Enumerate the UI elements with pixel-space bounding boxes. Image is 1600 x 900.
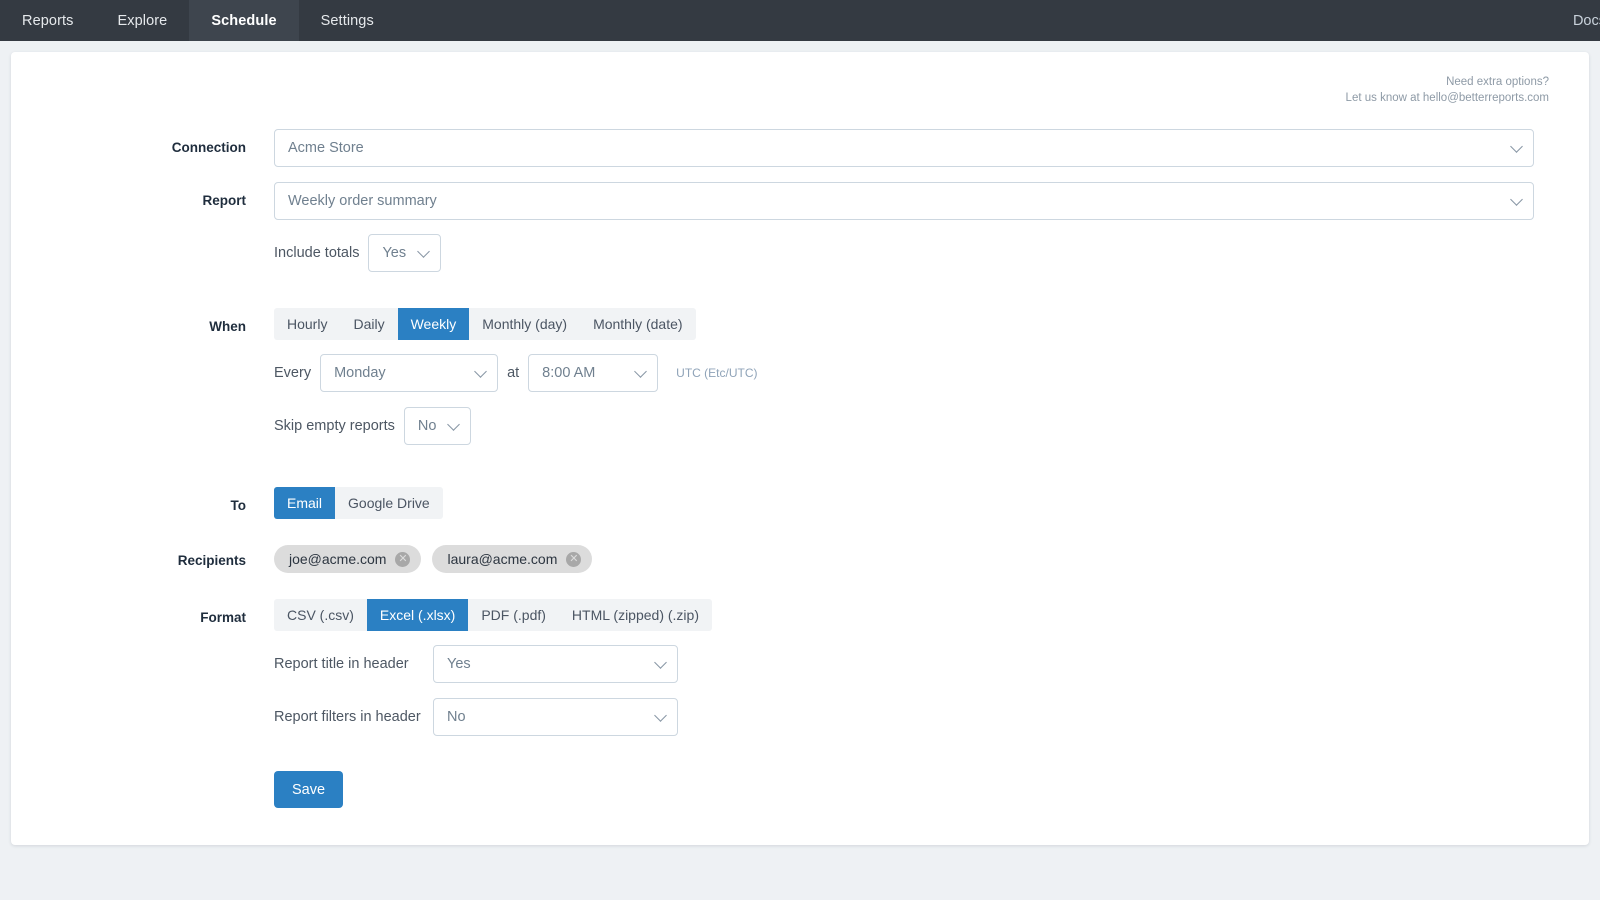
recipient-chip[interactable]: laura@acme.com ✕ [432,545,593,573]
to-tab-email[interactable]: Email [274,487,336,519]
recipient-email: laura@acme.com [447,551,558,567]
skip-empty-label: Skip empty reports [274,418,395,434]
title-in-header-row: Report title in header Yes [274,645,1555,683]
help-text-line2: Let us know at hello@betterreports.com [1345,92,1549,104]
when-tab-weekly[interactable]: Weekly [397,308,470,340]
time-value: 8:00 AM [542,365,596,381]
help-text-line1: Need extra options? [1446,76,1549,88]
chevron-down-icon [654,709,667,722]
every-label: Every [274,365,312,381]
row-to: To Email Google Drive [11,487,1555,525]
report-label: Report [202,193,247,208]
nav-item-label: Reports [22,12,74,29]
report-select[interactable]: Weekly order summary [274,182,1534,220]
to-label: To [230,498,247,513]
title-in-header-value: Yes [447,656,471,672]
nav-item-schedule[interactable]: Schedule [189,0,299,41]
weekday-value: Monday [334,365,386,381]
recipients-label: Recipients [177,553,246,568]
format-tab-pdf[interactable]: PDF (.pdf) [468,599,559,631]
include-totals-group: Include totals Yes [274,234,1555,272]
at-label: at [507,365,520,381]
when-schedule-row: Every Monday at 8:00 AM UTC (Etc/UTC) [274,354,1555,392]
connection-label: Connection [171,140,246,155]
chevron-down-icon [1510,193,1523,206]
nav-item-docs[interactable]: Docs [1551,13,1600,29]
row-connection: Connection Acme Store [11,129,1555,167]
include-totals-value: Yes [382,245,407,261]
when-tab-daily[interactable]: Daily [340,308,397,340]
save-row: Save [274,771,1555,808]
connection-field: Acme Store [274,129,1555,167]
format-tab-html-zip[interactable]: HTML (zipped) (.zip) [559,599,712,631]
report-field: Weekly order summary [274,182,1555,220]
format-field: CSV (.csv) Excel (.xlsx) PDF (.pdf) HTML… [274,599,1555,808]
recipient-email: joe@acme.com [289,551,387,567]
chevron-down-icon [654,656,667,669]
when-tab-hourly[interactable]: Hourly [274,308,340,340]
row-format: Format CSV (.csv) Excel (.xlsx) PDF (.pd… [11,599,1555,808]
chevron-down-icon [1510,140,1523,153]
chevron-down-icon [634,365,648,378]
nav-item-explore[interactable]: Explore [95,0,189,41]
nav-right-group: Docs [1537,0,1600,41]
recipients-field: joe@acme.com ✕ laura@acme.com ✕ [274,542,1555,573]
skip-empty-row: Skip empty reports No [274,407,1555,445]
nav-item-reports[interactable]: Reports [0,0,95,41]
nav-items: Reports Explore Schedule Settings [0,0,396,41]
format-label: Format [200,610,246,625]
skip-empty-value: No [417,418,437,434]
include-totals-label: Include totals [274,245,360,261]
nav-item-label: Settings [320,12,374,29]
remove-recipient-icon[interactable]: ✕ [566,551,582,567]
recipient-chip-list[interactable]: joe@acme.com ✕ laura@acme.com ✕ [274,542,1555,573]
help-text: Need extra options? Let us know at hello… [11,74,1555,106]
to-destination-tabs: Email Google Drive [274,487,443,519]
nav-item-settings[interactable]: Settings [299,0,396,41]
chevron-down-icon [417,245,430,258]
recipient-chip[interactable]: joe@acme.com ✕ [274,545,422,573]
when-tab-monthly-day[interactable]: Monthly (day) [469,308,580,340]
page-container: Need extra options? Let us know at hello… [0,41,1600,900]
format-tabs: CSV (.csv) Excel (.xlsx) PDF (.pdf) HTML… [274,599,712,631]
nav-item-label: Schedule [211,12,277,29]
format-tab-excel[interactable]: Excel (.xlsx) [366,599,469,631]
top-navbar: Reports Explore Schedule Settings Docs [0,0,1600,41]
include-totals-select[interactable]: Yes [368,234,442,272]
nav-item-label: Explore [117,12,168,29]
to-field: Email Google Drive [274,487,1555,519]
title-in-header-label: Report title in header [274,656,409,672]
row-when: When Hourly Daily Weekly Monthly (day) M… [11,308,1555,445]
schedule-form: Connection Acme Store Report Weekly orde… [11,129,1555,808]
save-button[interactable]: Save [274,771,344,808]
row-report: Report Weekly order summary [11,182,1555,220]
include-totals-field: Include totals Yes [274,234,1555,272]
when-label: When [209,319,246,334]
timezone-text: UTC (Etc/UTC) [676,366,758,380]
format-tab-csv[interactable]: CSV (.csv) [274,599,367,631]
to-tab-google-drive[interactable]: Google Drive [335,487,443,519]
schedule-form-card: Need extra options? Let us know at hello… [11,52,1589,845]
skip-empty-select[interactable]: No [403,407,472,445]
filters-in-header-value: No [447,709,466,725]
filters-in-header-row: Report filters in header No [274,698,1555,736]
row-recipients: Recipients joe@acme.com ✕ laura@acme.com… [11,542,1555,580]
chevron-down-icon [447,418,461,431]
row-include-totals: Include totals Yes [11,234,1555,272]
when-frequency-tabs: Hourly Daily Weekly Monthly (day) Monthl… [274,308,696,340]
report-select-value: Weekly order summary [288,193,437,209]
connection-select[interactable]: Acme Store [274,129,1534,167]
remove-recipient-icon[interactable]: ✕ [395,551,411,567]
chevron-down-icon [474,365,487,378]
time-select[interactable]: 8:00 AM [528,354,659,392]
filters-in-header-select[interactable]: No [433,698,678,736]
when-field: Hourly Daily Weekly Monthly (day) Monthl… [274,308,1555,445]
connection-select-value: Acme Store [288,140,364,156]
when-tab-monthly-date[interactable]: Monthly (date) [580,308,695,340]
weekday-select[interactable]: Monday [320,354,499,392]
title-in-header-select[interactable]: Yes [433,645,678,683]
filters-in-header-label: Report filters in header [274,709,421,725]
